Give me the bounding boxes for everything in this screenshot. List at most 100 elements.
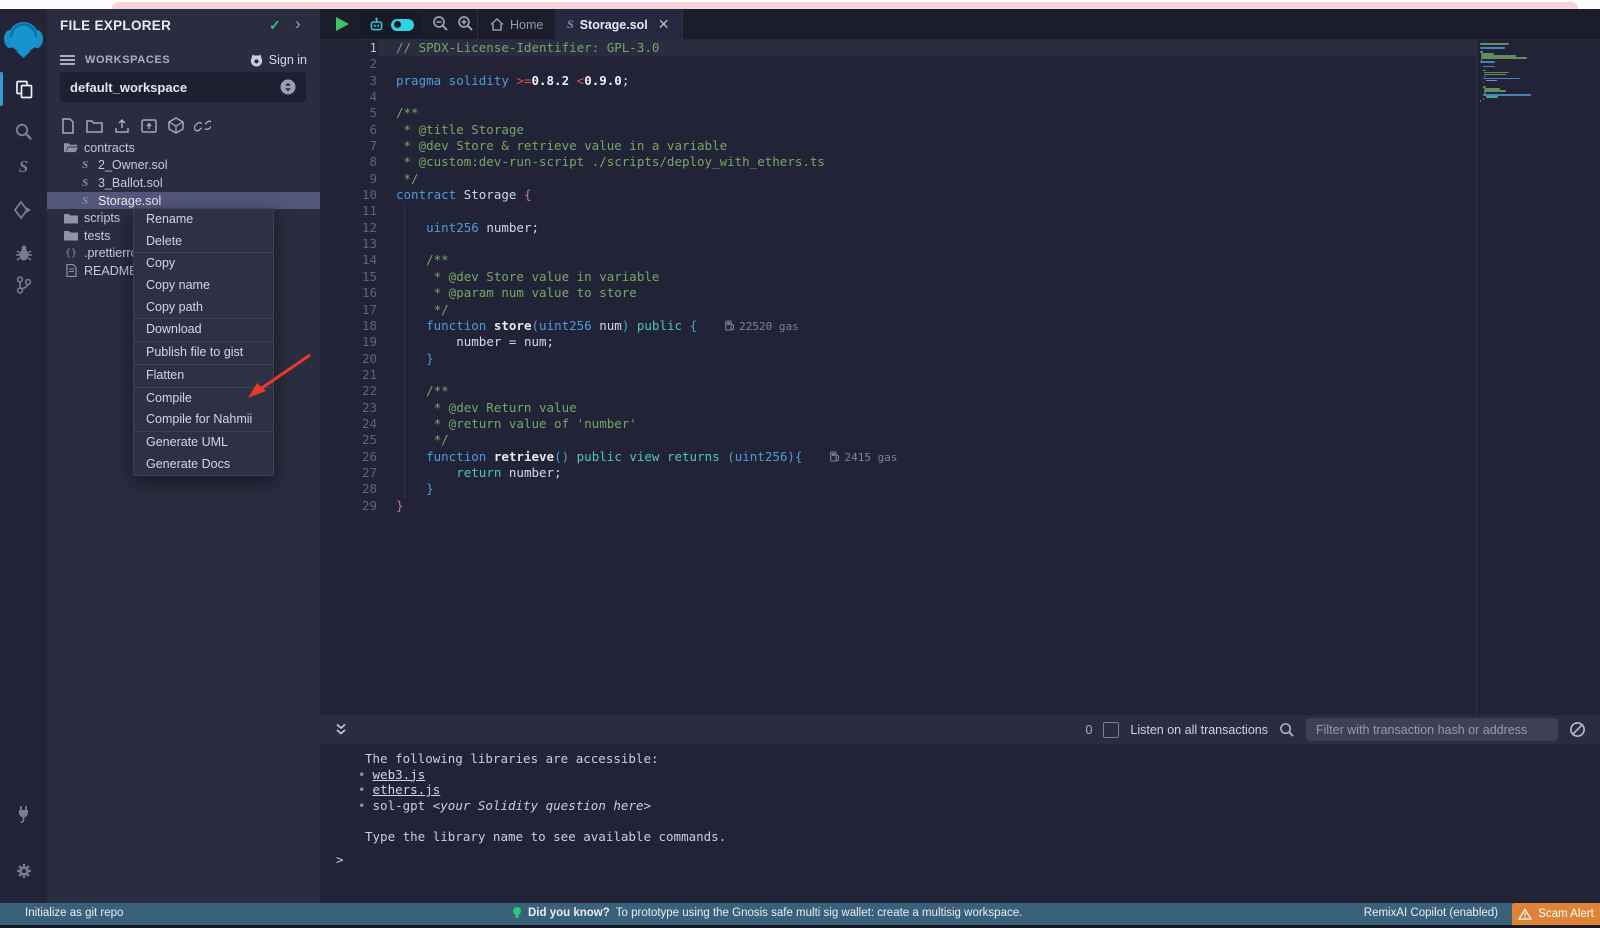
context-menu-item-generate-uml[interactable]: Generate UML [134, 431, 273, 454]
copilot-status[interactable]: RemixAI Copilot (enabled) [1364, 907, 1498, 919]
listen-all-label: Listen on all transactions [1130, 723, 1268, 737]
zoom-out-icon[interactable] [432, 15, 449, 32]
zoom-in-icon[interactable] [457, 15, 474, 32]
terminal-output[interactable]: The following libraries are accessible:w… [320, 744, 1600, 903]
code-line-16: * @param num value to store [396, 285, 897, 301]
tip-text: To prototype using the Gnosis safe multi… [616, 907, 1023, 919]
code-line-24: * @return value of 'number' [396, 416, 897, 432]
code-editor[interactable]: 1234567891011121314151617181920212223242… [320, 40, 1600, 715]
plug-icon [14, 803, 34, 823]
sidebar-item-search[interactable] [0, 113, 47, 149]
sidebar-item-file-explorer[interactable] [0, 71, 47, 107]
remix-logo-icon[interactable] [3, 17, 44, 61]
copilot-toggle[interactable] [391, 19, 414, 31]
workspaces-label: WORKSPACES [85, 54, 170, 66]
new-folder-icon[interactable] [86, 117, 103, 134]
terminal-lines: The following libraries are accessible:w… [320, 744, 1600, 845]
status-bar: Initialize as git repo Did you know? To … [0, 903, 1600, 925]
editor-region: Home S Storage.sol ✕ 1234567891011121314… [320, 9, 1600, 903]
terminal-link-ethers-js[interactable]: ethers.js [373, 782, 441, 797]
code-line-22: /** [396, 383, 897, 399]
git-init-button[interactable]: Initialize as git repo [25, 907, 123, 919]
tip-title: Did you know? [528, 907, 610, 919]
file-type-icon: S [78, 195, 92, 207]
file-name-label: scripts [84, 211, 120, 225]
run-script-button[interactable] [336, 17, 349, 31]
sidebar-item-solidity-compiler[interactable]: S [0, 149, 47, 185]
file-tree-item-storage-sol[interactable]: SStorage.sol [47, 192, 320, 210]
code-content: // SPDX-License-Identifier: GPL-3.0 prag… [396, 40, 897, 514]
sign-in-button[interactable]: Sign in [249, 53, 307, 67]
transaction-filter-input[interactable] [1306, 718, 1558, 741]
code-line-8: * @custom:dev-run-script ./scripts/deplo… [396, 154, 897, 170]
code-line-19: number = num; [396, 334, 897, 350]
terminal-expand-icon[interactable] [334, 722, 348, 737]
file-type-icon [64, 264, 78, 277]
select-caret-icon [280, 79, 296, 95]
terminal-search-icon[interactable] [1279, 722, 1295, 738]
panel-chevron-icon[interactable]: › [295, 14, 301, 34]
home-icon [490, 18, 504, 31]
solidity-compiler-icon: S [19, 157, 28, 177]
terminal-line [320, 813, 1600, 829]
folder-icon [64, 230, 78, 241]
listen-all-checkbox[interactable] [1103, 722, 1119, 738]
panel-check-icon[interactable]: ✓ [269, 17, 281, 34]
code-line-17: */ [396, 302, 897, 318]
terminal-line: web3.js [320, 767, 1600, 783]
upload-folder-icon[interactable] [140, 117, 157, 134]
code-line-2 [396, 56, 897, 72]
search-icon [14, 122, 33, 141]
cube-icon[interactable] [167, 117, 184, 134]
terminal-link-web3-js[interactable]: web3.js [373, 767, 426, 782]
workspaces-menu-icon[interactable] [60, 54, 75, 66]
tab-storage-sol[interactable]: S Storage.sol ✕ [555, 9, 683, 40]
file-tree-item-contracts[interactable]: contracts [47, 139, 320, 157]
context-menu-item-copy[interactable]: Copy [134, 252, 273, 275]
context-menu-item-generate-docs[interactable]: Generate Docs [134, 454, 273, 476]
code-line-25: */ [396, 432, 897, 448]
scam-alert-badge[interactable]: Scam Alert [1512, 903, 1600, 925]
deploy-run-icon [13, 200, 34, 220]
gas-estimate: 2415 gas [830, 451, 897, 464]
context-menu-item-delete[interactable]: Delete [134, 231, 273, 253]
sign-in-label: Sign in [269, 53, 307, 67]
tab-home[interactable]: Home [477, 9, 556, 40]
code-line-5: /** [396, 105, 897, 121]
annotation-arrow [230, 335, 330, 410]
context-menu-item-copy-path[interactable]: Copy path [134, 297, 273, 319]
tab-storage-label: Storage.sol [580, 18, 648, 32]
code-line-6: * @title Storage [396, 122, 897, 138]
close-tab-icon[interactable]: ✕ [658, 16, 670, 33]
code-line-15: * @dev Store value in variable [396, 269, 897, 285]
sidebar-item-debugger[interactable] [0, 235, 47, 271]
gear-icon [14, 861, 34, 881]
sidebar-item-git[interactable] [0, 267, 47, 303]
code-line-26: function retrieve() public view returns … [396, 449, 897, 465]
link-icon[interactable] [194, 117, 211, 134]
gas-estimate: 22520 gas [725, 320, 799, 333]
context-menu-item-compile-for-nahmii[interactable]: Compile for Nahmii [134, 409, 273, 431]
clear-console-icon[interactable] [1569, 721, 1586, 738]
new-file-icon[interactable] [59, 117, 76, 134]
sidebar-item-deploy-run[interactable] [0, 192, 47, 228]
terminal-line: sol-gpt <your Solidity question here> [320, 798, 1600, 814]
file-explorer-toolbar [59, 117, 211, 134]
bug-icon [14, 243, 34, 263]
robot-ai-icon[interactable] [368, 16, 385, 33]
activity-bar: S [0, 9, 47, 903]
file-name-label: contracts [84, 141, 135, 155]
workspace-select[interactable]: default_workspace [60, 72, 306, 102]
code-line-3: pragma solidity >=0.8.2 <0.9.0; [396, 73, 897, 89]
file-tree-item-3-ballot-sol[interactable]: S3_Ballot.sol [47, 174, 320, 192]
sidebar-item-plugin-manager[interactable] [0, 795, 47, 831]
solidity-file-icon: S [567, 17, 574, 32]
context-menu-item-rename[interactable]: Rename [134, 209, 273, 231]
terminal-prompt: > [336, 852, 344, 867]
sidebar-item-settings[interactable] [0, 853, 47, 889]
did-you-know-tip: Did you know? To prototype using the Gno… [512, 906, 1022, 920]
code-line-23: * @dev Return value [396, 400, 897, 416]
context-menu-item-copy-name[interactable]: Copy name [134, 275, 273, 297]
upload-file-icon[interactable] [113, 117, 130, 134]
file-tree-item-2-owner-sol[interactable]: S2_Owner.sol [47, 157, 320, 175]
